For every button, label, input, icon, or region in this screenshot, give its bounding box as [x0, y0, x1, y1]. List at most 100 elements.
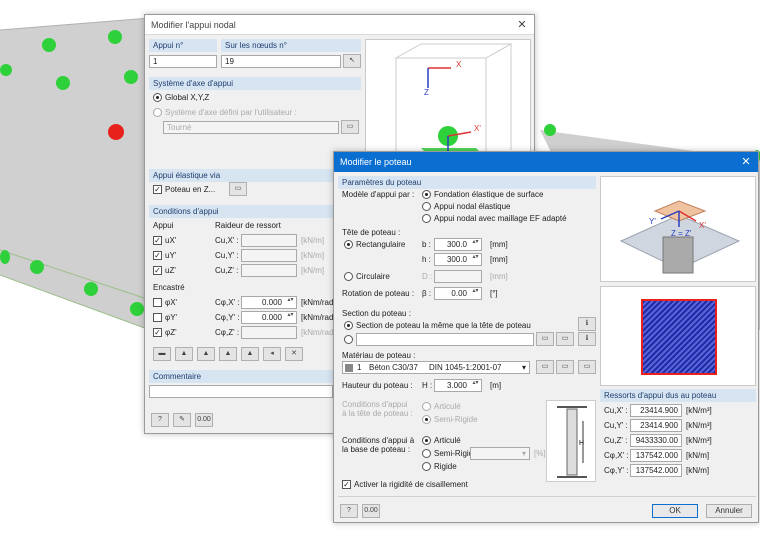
spinner-icon[interactable]: ▴▾: [471, 288, 480, 298]
support-type-button[interactable]: ▲: [175, 347, 193, 361]
dialog-title: Modifier le poteau: [340, 157, 412, 167]
info-icon[interactable]: ℹ: [578, 317, 596, 331]
cphiz-field[interactable]: [241, 326, 297, 339]
rotation-label: Rotation de poteau :: [342, 289, 415, 298]
close-icon[interactable]: ✕: [740, 155, 752, 168]
user-axis-radio[interactable]: [153, 108, 162, 117]
phiy-checkbox[interactable]: [153, 313, 162, 322]
spinner-icon[interactable]: ▴▾: [471, 380, 480, 390]
cux-field[interactable]: [241, 234, 297, 247]
section-same-radio[interactable]: [344, 321, 353, 330]
uy-checkbox[interactable]: ✓: [153, 251, 162, 260]
cphix-unit: [kNm/rad]: [301, 298, 336, 307]
h-label: h :: [422, 255, 431, 264]
ok-button[interactable]: OK: [652, 504, 698, 518]
user-axis-label: Système d'axe défini par l'utilisateur :: [165, 108, 297, 117]
help-button[interactable]: ?: [151, 413, 169, 427]
section-library-button[interactable]: ▭: [536, 332, 554, 346]
spinner-icon[interactable]: ▴▾: [471, 254, 480, 264]
material-library-button[interactable]: ▭: [536, 360, 554, 374]
rotated-select[interactable]: Tourné: [163, 121, 339, 134]
top-articulated-radio[interactable]: [422, 402, 431, 411]
viewer-xprime-label: X': [474, 124, 481, 133]
base-semirigid-radio[interactable]: [422, 449, 431, 458]
close-icon[interactable]: ✕: [516, 18, 528, 31]
support-type-button[interactable]: ▲: [219, 347, 237, 361]
base-rigid-label: Rigide: [434, 462, 457, 471]
phix-checkbox[interactable]: [153, 298, 162, 307]
section-preview: [600, 286, 756, 386]
axis-system-header: Système d'axe d'appui: [149, 77, 361, 90]
units-button[interactable]: 0.00: [195, 413, 213, 427]
model-option-nodal-radio[interactable]: [422, 202, 431, 211]
comment-field[interactable]: [149, 385, 333, 398]
cancel-button[interactable]: Annuler: [706, 504, 752, 518]
axis-edit-button[interactable]: ▭: [341, 120, 359, 134]
support-icon: [130, 302, 144, 316]
h-field[interactable]: 300.0 ▴▾: [434, 253, 482, 266]
support-type-button[interactable]: ✕: [285, 347, 303, 361]
material-select[interactable]: 1 Béton C30/37 DIN 1045-1:2001-07 ▾: [342, 361, 530, 374]
uy-label: uY': [165, 251, 177, 260]
spinner-icon[interactable]: ▴▾: [286, 297, 295, 307]
column-dialog: Modifier le poteau ✕ Paramètres du potea…: [333, 151, 759, 523]
H-value: 3.000: [446, 381, 467, 390]
spinner-icon[interactable]: ▴▾: [471, 239, 480, 249]
cuz-label: Cu,Z' :: [215, 266, 239, 275]
beta-field[interactable]: 0.00 ▴▾: [434, 287, 482, 300]
h-value: 300.0: [446, 255, 467, 264]
material-color-swatch: [345, 364, 353, 372]
global-axis-radio[interactable]: [153, 93, 162, 102]
chevron-down-icon[interactable]: ▾: [522, 362, 526, 373]
model-option-surface-radio[interactable]: [422, 190, 431, 199]
spring-unit: [kN/m]: [686, 466, 710, 475]
support-type-button[interactable]: ▬: [153, 347, 171, 361]
material-label: Matériau de poteau :: [342, 351, 416, 360]
d-field[interactable]: [434, 270, 482, 283]
material-new-button[interactable]: ▭: [556, 360, 574, 374]
support-selected-icon: [108, 124, 124, 140]
base-rigid-radio[interactable]: [422, 462, 431, 471]
units-button[interactable]: 0.00: [362, 504, 380, 518]
section-custom-radio[interactable]: [344, 335, 353, 344]
uz-checkbox[interactable]: ✓: [153, 266, 162, 275]
edit-button[interactable]: ✎: [173, 413, 191, 427]
column-edit-button[interactable]: ▭: [229, 182, 247, 196]
help-button[interactable]: ?: [340, 504, 358, 518]
support-type-button[interactable]: ▲: [197, 347, 215, 361]
cphix-field[interactable]: 0.000 ▴▾: [241, 296, 297, 309]
cuz-unit: [kN/m]: [301, 266, 325, 275]
nodes-field[interactable]: 19: [221, 55, 341, 68]
base-articulated-label: Articulé: [434, 436, 461, 445]
b-field[interactable]: 300.0 ▴▾: [434, 238, 482, 251]
rect-radio[interactable]: [344, 240, 353, 249]
support-type-button[interactable]: ◂: [263, 347, 281, 361]
top-semirigid-radio[interactable]: [422, 415, 431, 424]
section-custom-field[interactable]: [356, 333, 534, 346]
cuz-field[interactable]: [241, 264, 297, 277]
material-name: Béton C30/37: [369, 363, 418, 372]
info-icon[interactable]: ℹ: [578, 332, 596, 346]
column-in-z-checkbox[interactable]: ✓: [153, 185, 162, 194]
phiz-checkbox[interactable]: ✓: [153, 328, 162, 337]
pick-nodes-button[interactable]: ↖: [343, 54, 361, 68]
shear-checkbox[interactable]: ✓: [342, 480, 351, 489]
top-conditions-label: Conditions d'appui à la tête de poteau :: [342, 400, 413, 418]
circ-label: Circulaire: [356, 272, 390, 281]
support-type-button[interactable]: ▲: [241, 347, 259, 361]
cphiy-field[interactable]: 0.000 ▴▾: [241, 311, 297, 324]
top-articulated-label: Articulé: [434, 402, 461, 411]
circ-radio[interactable]: [344, 272, 353, 281]
spinner-icon[interactable]: ▴▾: [286, 312, 295, 322]
spring-label: Cu,X' :: [604, 406, 628, 415]
H-field[interactable]: 3.000 ▴▾: [434, 379, 482, 392]
cuy-field[interactable]: [241, 249, 297, 262]
support-no-field[interactable]: 1: [149, 55, 217, 68]
material-edit-button[interactable]: ▭: [578, 360, 596, 374]
base-articulated-radio[interactable]: [422, 436, 431, 445]
spring-col-label: Raideur de ressort: [215, 221, 281, 230]
model-option-mesh-radio[interactable]: [422, 214, 431, 223]
base-semirigid-field[interactable]: ▾: [470, 447, 530, 460]
ux-checkbox[interactable]: ✓: [153, 236, 162, 245]
section-edit-button[interactable]: ▭: [556, 332, 574, 346]
